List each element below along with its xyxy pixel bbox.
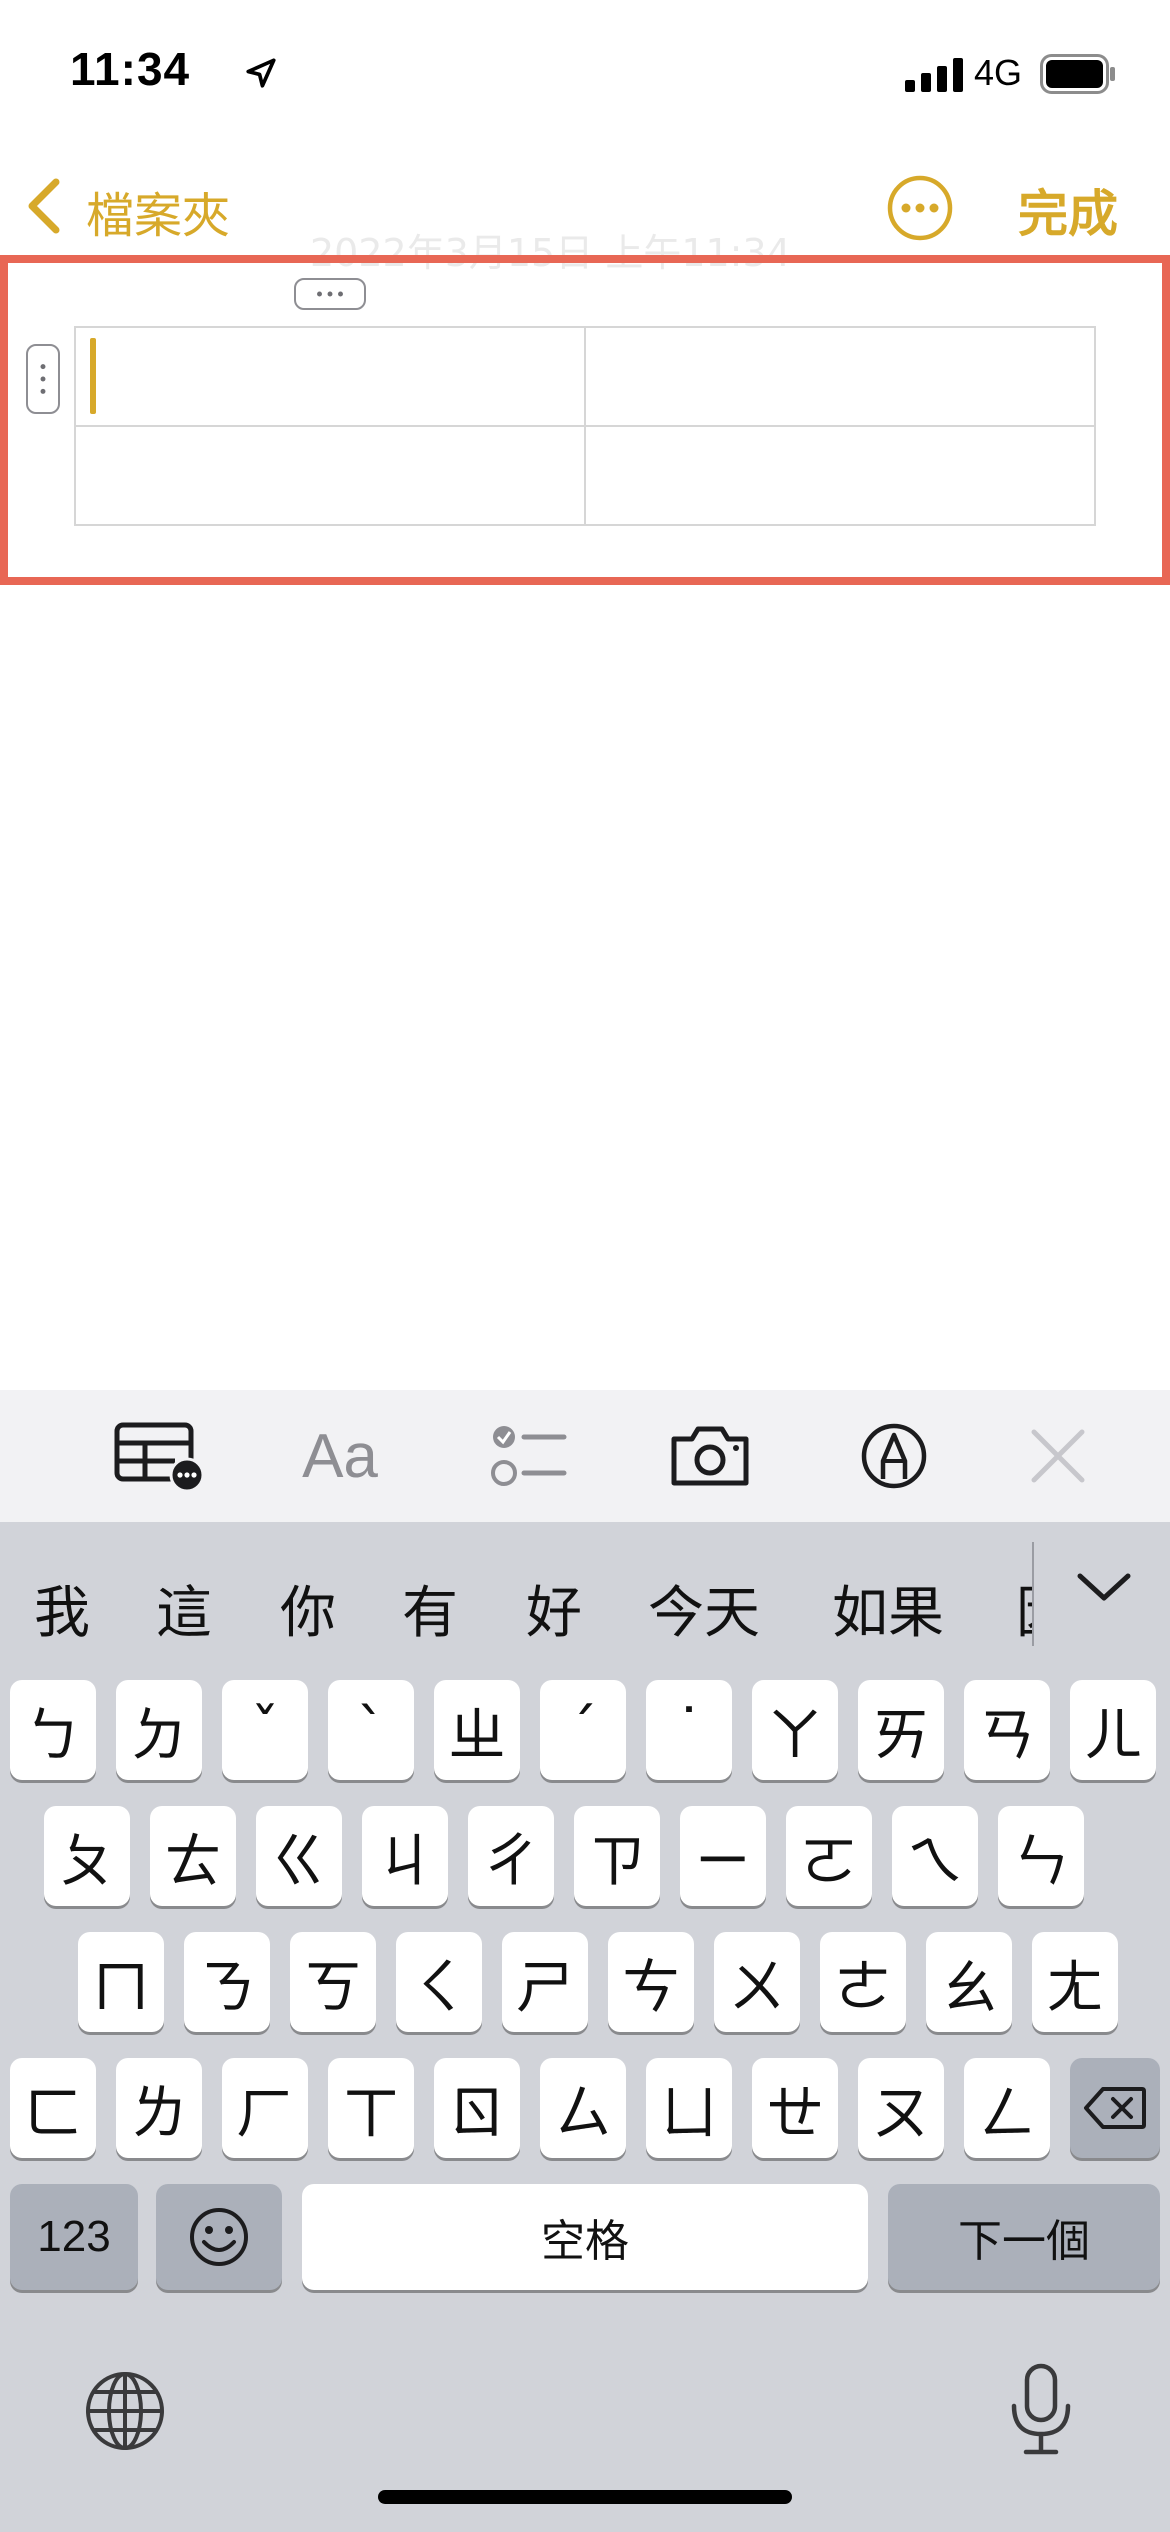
key[interactable]: ˋ <box>328 1680 414 1780</box>
column-handle-icon[interactable] <box>294 278 366 310</box>
candidate-word[interactable]: 我 <box>34 1568 90 1649</box>
key[interactable]: ㄓ <box>434 1680 520 1780</box>
space-key[interactable]: 空格 <box>302 2184 868 2290</box>
table-cell[interactable] <box>584 326 1096 427</box>
key[interactable]: ㄎ <box>290 1932 376 2032</box>
key[interactable]: ㄧ <box>680 1806 766 1906</box>
key[interactable]: ㄍ <box>256 1806 342 1906</box>
key[interactable]: ㄥ <box>964 2058 1050 2158</box>
key[interactable]: ㄚ <box>752 1680 838 1780</box>
key[interactable]: ㄗ <box>574 1806 660 1906</box>
microphone-icon[interactable] <box>1006 2362 1076 2458</box>
key[interactable]: ㄠ <box>926 1932 1012 2032</box>
candidate-word[interactable]: 因 <box>1016 1568 1032 1649</box>
key[interactable]: ㄌ <box>116 2058 202 2158</box>
delete-key[interactable] <box>1070 2058 1160 2158</box>
key[interactable]: ㄅ <box>10 1680 96 1780</box>
table-row <box>74 425 1096 526</box>
key[interactable]: ㄏ <box>222 2058 308 2158</box>
candidate-word[interactable]: 今天 <box>648 1568 760 1649</box>
camera-icon <box>671 1426 749 1486</box>
emoji-key[interactable] <box>156 2184 282 2290</box>
cellular-signal-icon <box>905 58 963 92</box>
key[interactable]: ㄢ <box>964 1680 1050 1780</box>
key[interactable]: ㄟ <box>892 1806 978 1906</box>
key[interactable]: ㄙ <box>540 2058 626 2158</box>
candidate-divider <box>1032 1542 1034 1646</box>
table-options-button[interactable] <box>100 1416 210 1496</box>
done-button[interactable]: 完成 <box>1018 174 1118 246</box>
emoji-icon <box>190 2208 248 2266</box>
key[interactable]: ㄖ <box>434 2058 520 2158</box>
key[interactable]: ㄈ <box>10 2058 96 2158</box>
key[interactable]: ㄊ <box>150 1806 236 1906</box>
status-time: 11:34 <box>70 43 191 95</box>
key[interactable]: ㄦ <box>1070 1680 1156 1780</box>
candidate-word[interactable]: 有 <box>402 1568 458 1649</box>
key[interactable]: ˊ <box>540 1680 626 1780</box>
key[interactable]: ㄉ <box>116 1680 202 1780</box>
row-handle-icon[interactable] <box>26 344 60 414</box>
key[interactable]: ㄞ <box>858 1680 944 1780</box>
home-indicator <box>378 2490 792 2504</box>
next-key[interactable]: 下一個 <box>888 2184 1160 2290</box>
candidate-word[interactable]: 好 <box>526 1568 582 1649</box>
chevron-left-icon[interactable] <box>24 176 64 236</box>
more-options-icon[interactable] <box>886 174 954 242</box>
battery-icon <box>1040 54 1115 94</box>
key[interactable]: ㄤ <box>1032 1932 1118 2032</box>
key[interactable]: ㄝ <box>752 2058 838 2158</box>
key[interactable]: ㄛ <box>786 1806 872 1906</box>
location-arrow-icon <box>246 58 276 88</box>
checklist-icon <box>491 1426 567 1486</box>
key[interactable]: ㄑ <box>396 1932 482 2032</box>
text-cursor <box>90 338 96 414</box>
key[interactable]: ㄒ <box>328 2058 414 2158</box>
key[interactable]: ㄐ <box>362 1806 448 1906</box>
table-icon <box>114 1422 205 1491</box>
close-toolbar-button[interactable] <box>1008 1416 1108 1496</box>
candidate-word[interactable]: 你 <box>280 1568 336 1649</box>
text-format-button[interactable]: Aa <box>290 1416 390 1496</box>
key[interactable]: ㄇ <box>78 1932 164 2032</box>
candidate-word[interactable]: 這 <box>156 1568 212 1649</box>
key[interactable]: ㄨ <box>714 1932 800 2032</box>
key[interactable]: ㄔ <box>468 1806 554 1906</box>
backspace-icon <box>1084 2087 1146 2129</box>
candidate-word[interactable]: 如果 <box>832 1568 944 1649</box>
network-type: 4G <box>974 52 1023 93</box>
globe-icon[interactable] <box>84 2370 166 2452</box>
table-cell[interactable] <box>74 425 586 526</box>
key[interactable]: ˙ <box>646 1680 732 1780</box>
key[interactable]: ㄋ <box>184 1932 270 2032</box>
camera-button[interactable] <box>660 1416 760 1496</box>
close-icon <box>1031 1429 1085 1483</box>
table-row <box>74 326 1096 427</box>
numbers-key[interactable]: 123 <box>10 2184 138 2290</box>
table-cell[interactable] <box>584 425 1096 526</box>
key[interactable]: ㄡ <box>858 2058 944 2158</box>
key[interactable]: ㄘ <box>608 1932 694 2032</box>
note-table <box>74 326 1096 526</box>
key[interactable]: ㄜ <box>820 1932 906 2032</box>
key[interactable]: ㄩ <box>646 2058 732 2158</box>
key[interactable]: ㄕ <box>502 1932 588 2032</box>
key[interactable]: ㄆ <box>44 1806 130 1906</box>
checklist-button[interactable] <box>478 1416 578 1496</box>
markup-button[interactable] <box>844 1416 944 1496</box>
table-cell[interactable] <box>74 326 586 427</box>
key[interactable]: ˇ <box>222 1680 308 1780</box>
key[interactable]: ㄣ <box>998 1806 1084 1906</box>
markup-pen-icon <box>861 1423 927 1489</box>
back-button[interactable]: 檔案夾 <box>86 176 230 246</box>
chevron-down-icon[interactable] <box>1072 1568 1136 1608</box>
